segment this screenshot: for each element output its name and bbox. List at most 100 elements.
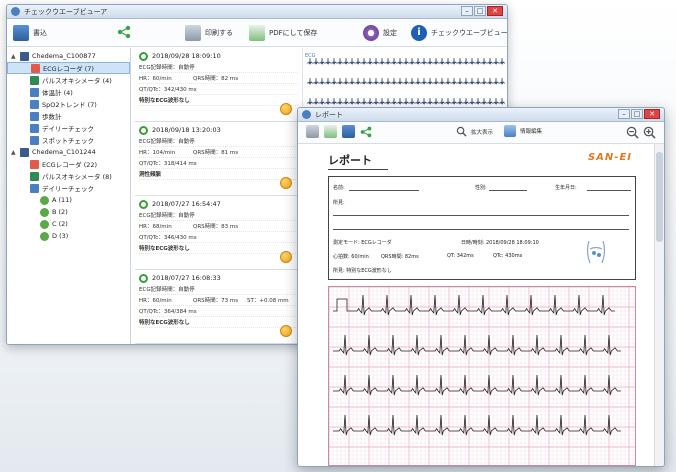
maximize-button[interactable]: □ — [474, 6, 486, 16]
report-heading: レポート — [328, 152, 388, 170]
record-finding: 洞性頻脈 — [139, 172, 162, 178]
report-titlebar: レポート – □ ✕ — [298, 108, 664, 122]
report-maximize-button[interactable]: □ — [631, 109, 643, 119]
tree-item[interactable]: B (2) — [7, 206, 130, 218]
share-icon — [117, 25, 131, 39]
record-line: ECG記録時間：自動停 — [139, 284, 298, 295]
print-label: 印刷する — [205, 29, 233, 37]
record-mode: ECG記録時間：自動停 — [139, 213, 195, 219]
minimize-button[interactable]: – — [461, 6, 473, 16]
tree-item[interactable]: パルスオキシメータ (4) — [7, 74, 130, 86]
record-datetime: 2018/09/28 18:09:10 — [152, 52, 221, 60]
tree-item[interactable]: スポットチェック — [7, 134, 130, 146]
ecg-icon — [31, 63, 40, 73]
report-print-icon[interactable] — [306, 125, 319, 138]
record-hr: HR：60/min — [139, 76, 172, 82]
finding-text: 所見: 特別なECG波形なし — [333, 268, 392, 274]
edit-info-button[interactable]: 情報編集 — [504, 125, 542, 137]
record-item[interactable]: 2018/09/28 18:09:10 ECG記録時間：自動停 HR：60/min Q… — [135, 48, 302, 122]
tree-item-label: ECGレコーダ (7) — [43, 65, 94, 73]
report-minimize-button[interactable]: – — [618, 109, 630, 119]
share-button[interactable] — [117, 25, 131, 39]
settings-button[interactable]: 設定 — [363, 25, 397, 41]
record-st: ST：+0.08 mm — [247, 298, 289, 304]
zoom-out-icon[interactable] — [626, 126, 639, 139]
report-close-button[interactable]: ✕ — [644, 109, 660, 119]
qt-text: QT: 342ms — [447, 253, 474, 259]
record-finding: 特別なECG波形なし — [139, 246, 190, 252]
tree-item[interactable]: パルスオキシメータ (8) — [7, 170, 130, 182]
print-button[interactable]: 印刷する — [185, 25, 233, 41]
record-finding: 特別なECG波形なし — [139, 98, 190, 104]
report-share-icon[interactable] — [360, 126, 372, 138]
pdf-icon — [249, 25, 265, 41]
zoom-in-icon[interactable] — [643, 126, 656, 139]
tree-item[interactable]: A (11) — [7, 194, 130, 206]
datetime-text: 日時/時刻: 2018/09/28 18:09:10 — [461, 240, 539, 246]
device-icon — [20, 51, 29, 61]
tree-item[interactable]: デイリーチェック — [7, 122, 130, 134]
body-diagram-icon — [587, 240, 605, 264]
record-list: 2018/09/28 18:09:10 ECG記録時間：自動停 HR：60/min Q… — [135, 48, 303, 344]
tree-item[interactable]: デイリーチェック — [7, 182, 130, 194]
record-line: HR：104/min QRS時間：81 ms — [139, 147, 298, 158]
comment-label: 所見: — [333, 200, 345, 206]
report-app-icon — [302, 110, 311, 119]
tree-item[interactable]: ▲ Chedema_C100877 — [7, 50, 130, 62]
report-pdf-icon[interactable] — [324, 125, 337, 138]
ecg-trace — [333, 294, 615, 316]
record-line: 特別なECG波形なし — [139, 317, 298, 328]
export-icon — [13, 25, 29, 41]
ecg-trace — [307, 57, 505, 65]
save-pdf-button[interactable]: PDFにして保存 — [249, 25, 317, 41]
tree-item[interactable]: 歩数計 — [7, 110, 130, 122]
record-hr: HR：60/min — [139, 298, 172, 304]
tree-item-label: スポットチェック — [42, 137, 94, 145]
tree-item[interactable]: ECGレコーダ (22) — [7, 158, 130, 170]
daily-check-icon — [30, 183, 39, 193]
report-scrollbar[interactable] — [654, 144, 664, 466]
tree-item[interactable]: ▲ Chedema_C101244 — [7, 146, 130, 158]
record-qtqtc: QT/QTc：318/414 ms — [139, 161, 197, 167]
expand-toggle-icon[interactable]: ▲ — [11, 149, 17, 156]
close-button[interactable]: ✕ — [487, 6, 503, 16]
edit-info-label: 情報編集 — [520, 129, 543, 135]
report-export-icon[interactable] — [342, 125, 355, 138]
record-qrs: QRS時間：73 ms — [193, 298, 239, 304]
tree-item[interactable]: 体温計 (4) — [7, 86, 130, 98]
tree-item[interactable]: ECGレコーダ (7) — [7, 62, 130, 74]
scrollbar-thumb[interactable] — [656, 152, 663, 242]
report-window: レポート – □ ✕ 拡大表示 情報編集 レポート SAN-EI 名前: 性別:… — [297, 107, 665, 467]
record-item[interactable]: 2018/07/27 16:54:47 ECG記録時間：自動停 HR：68/min Q… — [135, 196, 302, 270]
record-qrs: QRS時間：81 ms — [193, 150, 239, 156]
record-qtqtc: QT/QTc：342/430 ms — [139, 87, 197, 93]
export-button[interactable]: 書込 — [13, 25, 47, 41]
user-icon — [40, 207, 49, 217]
user-icon — [40, 231, 49, 241]
tree-item-label: B (2) — [52, 208, 68, 216]
clock-icon — [139, 199, 148, 209]
about-button[interactable]: i チェックウエーブビューアについて — [411, 25, 507, 41]
tree-item[interactable]: D (3) — [7, 230, 130, 242]
export-label: 書込 — [33, 29, 47, 37]
zoom-view-button[interactable]: 拡大表示 — [456, 126, 493, 137]
record-item[interactable]: 2018/09/18 13:20:03 ECG記録時間：自動停 HR：104/min… — [135, 122, 302, 196]
face-icon — [280, 325, 292, 337]
record-line: QT/QTc：364/384 ms — [139, 306, 298, 317]
birth-label: 生年月日: — [555, 185, 577, 191]
record-header: 2018/09/18 13:20:03 — [139, 124, 298, 136]
edit-info-icon — [504, 125, 516, 137]
report-toolbar: 拡大表示 情報編集 — [298, 122, 664, 144]
record-datetime: 2018/07/27 16:08:33 — [152, 274, 221, 282]
record-item[interactable]: 2018/07/27 16:08:33 ECG記録時間：自動停 HR：60/min Q… — [135, 270, 302, 344]
expand-toggle-icon[interactable]: ▲ — [11, 53, 17, 60]
record-mode: ECG記録時間：自動停 — [139, 65, 195, 71]
tree-item[interactable]: C (2) — [7, 218, 130, 230]
face-icon — [280, 251, 292, 263]
tree-item-label: 体温計 (4) — [42, 89, 73, 97]
tree-item[interactable]: SpO2トレンド (7) — [7, 98, 130, 110]
user-icon — [40, 195, 49, 205]
hr-text: 心拍数: 60/min — [333, 254, 369, 260]
record-datetime: 2018/07/27 16:54:47 — [152, 200, 221, 208]
ecg-icon — [30, 159, 39, 169]
